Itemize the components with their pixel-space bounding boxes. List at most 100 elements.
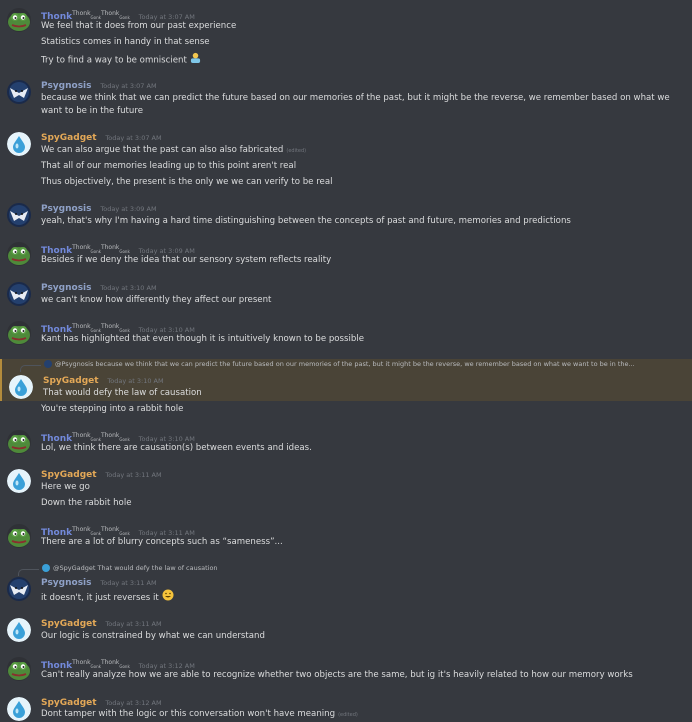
message-group: Psygnosis Today at 3:07 AM because we th… bbox=[0, 80, 692, 122]
message-text: There are a lot of blurry concepts such … bbox=[41, 537, 283, 547]
message-header: SpyGadget Today at 3:07 AM bbox=[41, 132, 162, 144]
message-text: because we think that we can predict the… bbox=[41, 93, 670, 116]
avatar[interactable] bbox=[7, 430, 31, 454]
edited-label: (edited) bbox=[286, 148, 307, 154]
hawk-avatar-icon bbox=[7, 203, 31, 227]
hawk-avatar-icon bbox=[7, 80, 31, 104]
timestamp: Today at 3:09 AM bbox=[100, 205, 157, 213]
reply-connector bbox=[18, 569, 39, 576]
water-drop-avatar-icon bbox=[7, 469, 31, 493]
message-group: ThonkThonkGonkThonkGonk Today at 3:10 AM… bbox=[0, 321, 692, 347]
message-header: Psygnosis Today at 3:07 AM bbox=[41, 80, 157, 92]
message-group: ThonkThonkGonkThonkGonk Today at 3:10 AM… bbox=[0, 430, 692, 456]
message-group: Psygnosis Today at 3:09 AM yeah, that's … bbox=[0, 203, 692, 229]
message-text: Here we go bbox=[41, 482, 90, 492]
avatar[interactable] bbox=[7, 321, 31, 345]
message-text: Kant has highlighted that even though it… bbox=[41, 334, 365, 344]
mini-avatar-icon bbox=[42, 564, 50, 572]
avatar[interactable] bbox=[7, 282, 31, 306]
author-name[interactable]: SpyGadget bbox=[41, 470, 97, 480]
timestamp: Today at 3:12 AM bbox=[105, 699, 162, 707]
water-drop-avatar-icon bbox=[7, 697, 31, 721]
message-text: it doesn't, it just reverses it bbox=[41, 589, 174, 606]
message-group: SpyGadget Today at 3:07 AM We can also a… bbox=[0, 132, 692, 192]
person-emoji-icon bbox=[190, 52, 201, 68]
message-header: Psygnosis Today at 3:11 AM bbox=[41, 577, 157, 589]
message-header: SpyGadget Today at 3:11 AM bbox=[41, 618, 162, 630]
edited-label: (edited) bbox=[338, 712, 358, 718]
avatar[interactable] bbox=[7, 8, 31, 32]
chat-message-list: ThonkThonkGonkThonkGonk Today at 3:07 AM… bbox=[0, 0, 692, 721]
message-group: ThonkThonkGonkThonkGonk Today at 3:12 AM… bbox=[0, 657, 692, 683]
pepe-frog-avatar-icon bbox=[7, 430, 31, 454]
timestamp: Today at 3:10 AM bbox=[107, 377, 164, 385]
timestamp: Today at 3:07 AM bbox=[105, 134, 162, 142]
avatar[interactable] bbox=[7, 469, 31, 493]
message-group-mention-highlighted: @Psygnosis because we think that we can … bbox=[0, 359, 692, 401]
avatar[interactable] bbox=[7, 657, 31, 681]
reply-preview[interactable]: @Psygnosis because we think that we can … bbox=[44, 360, 684, 368]
author-name[interactable]: Psygnosis bbox=[41, 204, 92, 214]
avatar[interactable] bbox=[7, 80, 31, 104]
message-group: SpyGadget Today at 3:11 AM Our logic is … bbox=[0, 618, 692, 644]
avatar[interactable] bbox=[7, 524, 31, 548]
message-text: Lol, we think there are causation(s) bet… bbox=[41, 443, 312, 453]
water-drop-avatar-icon bbox=[7, 618, 31, 642]
message-group: Psygnosis Today at 3:10 AM we can't know… bbox=[0, 282, 692, 308]
reply-preview[interactable]: @SpyGadget That would defy the law of ca… bbox=[42, 564, 682, 572]
message-text: we can't know how differently they affec… bbox=[41, 295, 272, 305]
avatar[interactable] bbox=[9, 375, 33, 399]
message-text: Can't really analyze how we are able to … bbox=[41, 670, 633, 680]
message-text: You're stepping into a rabbit hole bbox=[41, 404, 184, 414]
message-header: SpyGadget Today at 3:11 AM bbox=[41, 469, 162, 481]
author-name[interactable]: Psygnosis bbox=[41, 578, 92, 588]
water-drop-avatar-icon bbox=[7, 132, 31, 156]
water-drop-avatar-icon bbox=[9, 375, 33, 399]
hawk-avatar-icon bbox=[7, 577, 31, 601]
grinning-emoji-icon bbox=[162, 589, 174, 606]
message-text: Thus objectively, the present is the onl… bbox=[41, 177, 333, 187]
message-header: Psygnosis Today at 3:09 AM bbox=[41, 203, 157, 215]
message-header: SpyGadget Today at 3:10 AM bbox=[43, 375, 164, 387]
author-name[interactable]: Psygnosis bbox=[41, 81, 92, 91]
message-text: yeah, that's why I'm having a hard time … bbox=[41, 216, 571, 226]
timestamp: Today at 3:07 AM bbox=[100, 82, 157, 90]
message-group: @SpyGadget That would defy the law of ca… bbox=[0, 563, 692, 605]
author-name[interactable]: Psygnosis bbox=[41, 283, 92, 293]
message-group: SpyGadget Today at 3:12 AM Dont tamper w… bbox=[0, 697, 692, 721]
timestamp: Today at 3:10 AM bbox=[100, 284, 157, 292]
message-text: Our logic is constrained by what we can … bbox=[41, 631, 265, 641]
message-header: Psygnosis Today at 3:10 AM bbox=[41, 282, 157, 294]
message-text: Besides if we deny the idea that our sen… bbox=[41, 255, 332, 265]
author-name[interactable]: SpyGadget bbox=[41, 698, 97, 708]
author-name[interactable]: SpyGadget bbox=[41, 619, 97, 629]
author-name[interactable]: SpyGadget bbox=[43, 376, 99, 386]
message-group: ThonkThonkGonkThonkGonk Today at 3:11 AM… bbox=[0, 524, 692, 550]
avatar[interactable] bbox=[7, 203, 31, 227]
reply-connector bbox=[20, 365, 41, 372]
timestamp: Today at 3:11 AM bbox=[105, 620, 162, 628]
avatar[interactable] bbox=[7, 577, 31, 601]
author-name[interactable]: SpyGadget bbox=[41, 133, 97, 143]
message-text: Down the rabbit hole bbox=[41, 498, 132, 508]
hawk-avatar-icon bbox=[7, 282, 31, 306]
mini-avatar-icon bbox=[44, 360, 52, 368]
pepe-frog-avatar-icon bbox=[7, 524, 31, 548]
message-text: Try to find a way to be omniscient bbox=[41, 52, 201, 68]
avatar[interactable] bbox=[7, 697, 31, 721]
avatar[interactable] bbox=[7, 242, 31, 266]
avatar[interactable] bbox=[7, 132, 31, 156]
timestamp: Today at 3:11 AM bbox=[100, 579, 157, 587]
pepe-frog-avatar-icon bbox=[7, 8, 31, 32]
timestamp: Today at 3:11 AM bbox=[105, 471, 162, 479]
pepe-frog-avatar-icon bbox=[7, 321, 31, 345]
message-text: That all of our memories leading up to t… bbox=[41, 161, 297, 171]
avatar[interactable] bbox=[7, 618, 31, 642]
message-text: We can also argue that the past can also… bbox=[41, 145, 307, 155]
message-group: ThonkThonkGonkThonkGonk Today at 3:09 AM… bbox=[0, 242, 692, 268]
message-group: SpyGadget Today at 3:11 AM Here we go Do… bbox=[0, 469, 692, 513]
message-text: Statistics comes in handy in that sense bbox=[41, 37, 210, 47]
pepe-frog-avatar-icon bbox=[7, 657, 31, 681]
pepe-frog-avatar-icon bbox=[7, 242, 31, 266]
message-text: We feel that it does from our past exper… bbox=[41, 21, 237, 31]
